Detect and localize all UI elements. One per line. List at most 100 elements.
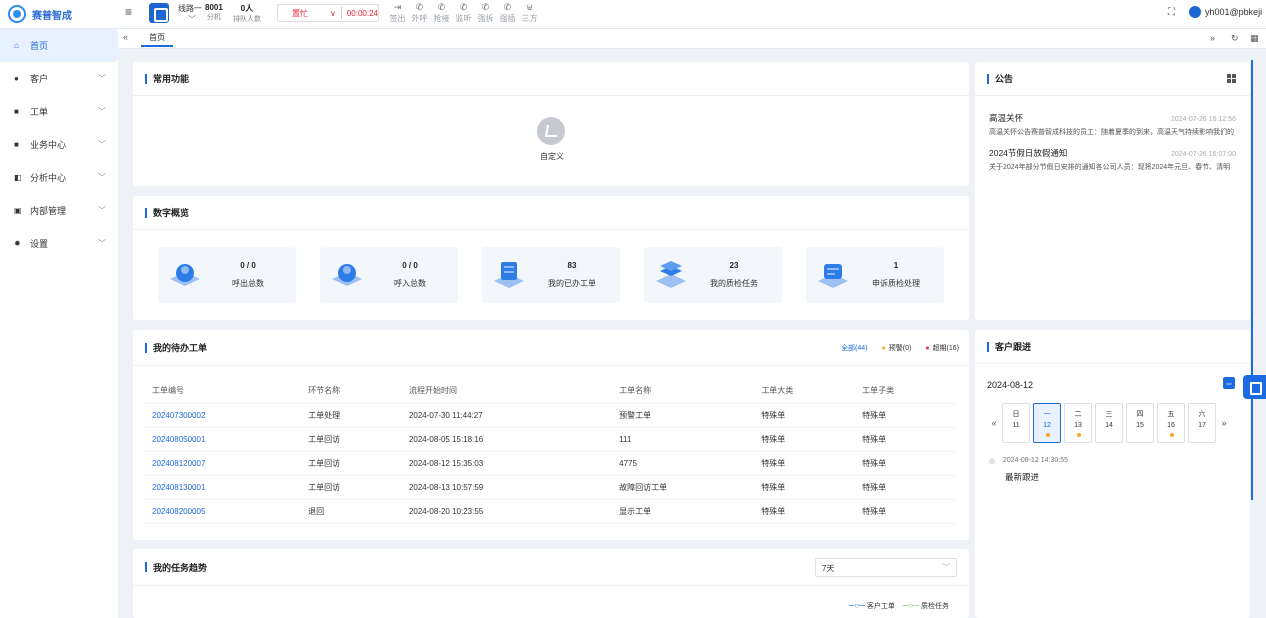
table-cell: 工单回访	[301, 427, 402, 452]
table-cell: 2024-08-13 10:57:59	[401, 475, 613, 500]
stat-label: 呼入总数	[394, 279, 426, 288]
table-row[interactable]: 202408050001 工单回访 2024-08-05 15:18:16 11…	[145, 427, 956, 452]
order-id-link[interactable]: 202408130001	[145, 475, 302, 500]
filter-overdue[interactable]: 超期(16)	[925, 343, 959, 353]
page-scrollbar[interactable]	[1251, 60, 1253, 500]
extension-label: 分机	[206, 14, 221, 21]
ticket-icon: ■	[14, 107, 19, 116]
order-filters: 全部(44) 预警(0) 超期(16)	[841, 343, 959, 353]
calendar-day-selected[interactable]: 一 12	[1033, 403, 1061, 443]
menu-toggle-icon[interactable]: ≡	[125, 6, 137, 18]
collapse-sidebar-icon[interactable]: «	[123, 32, 128, 42]
calendar-day[interactable]: 四 15	[1126, 403, 1154, 443]
customer-followup-card: 客户跟进 2024-08-12 ⇔ « 日 11 一 12 二 13 三 14 四 15 …	[975, 330, 1250, 618]
sidebar-item-ticket[interactable]: ■ 工单 ﹀	[0, 95, 118, 128]
table-cell: 预警工单	[612, 403, 755, 428]
sidebar-item-customer[interactable]: ● 客户 ﹀	[0, 62, 118, 95]
table-cell: 特殊单	[754, 475, 856, 500]
logo-icon	[8, 5, 26, 23]
queue-label: 排队人数	[233, 16, 261, 23]
tab-home[interactable]: 首页	[141, 32, 173, 47]
sidebar-item-business[interactable]: ■ 业务中心 ﹀	[0, 128, 118, 161]
refresh-icon[interactable]: ↻	[1231, 33, 1239, 44]
table-cell: 特殊单	[754, 499, 856, 524]
call-toolbar: ⇥ 签出 ✆ 外呼 ✆ 抢接 ✆ 监听 ✆ 强拆 ✆ 强插 ⊎ 三方	[388, 2, 539, 24]
table-row[interactable]: 202407300002 工单处理 2024-07-30 11:44:27 预警…	[145, 403, 956, 428]
agent-status-select[interactable]: 置忙 ∨ 00:00:24	[277, 4, 379, 22]
outbound-call-button[interactable]: ✆ 外呼	[410, 2, 429, 24]
trend-range-select[interactable]: 7天 ﹀	[815, 558, 957, 577]
chevron-down-icon: ∨	[330, 8, 336, 18]
stat-inbound[interactable]: 0 / 0 呼入总数	[320, 247, 458, 303]
grab-call-button[interactable]: ✆ 抢接	[432, 2, 451, 24]
phone-icon[interactable]	[149, 3, 169, 23]
table-cell: 2024-08-05 15:18:16	[401, 427, 613, 452]
three-way-button[interactable]: ⊎ 三方	[520, 2, 539, 24]
chevron-down-icon: ﹀	[98, 140, 106, 149]
stat-outbound[interactable]: 0 / 0 呼出总数	[158, 247, 296, 303]
table-row[interactable]: 202408200005 退回 2024-08-20 10:23:55 显示工单…	[145, 499, 956, 524]
avatar	[1189, 6, 1201, 18]
column-header: 工单子类	[855, 379, 956, 404]
announcement-item[interactable]: 高温关怀 2024-07-26 16:12:56 高温关怀公告赛普智成科技的员工…	[989, 96, 1236, 137]
next-week-icon[interactable]: »	[1219, 418, 1229, 428]
table-cell: 特殊单	[855, 475, 956, 500]
barge-in-button[interactable]: ✆ 强插	[498, 2, 517, 24]
column-header: 环节名称	[301, 379, 402, 404]
filter-all[interactable]: 全部(44)	[841, 343, 867, 353]
tabs-menu-icon[interactable]: ▦	[1250, 33, 1259, 44]
user-menu[interactable]: yh001@pbkeji	[1189, 6, 1262, 18]
filter-warning[interactable]: 预警(0)	[882, 343, 912, 353]
sidebar-item-internal[interactable]: ▣ 内部管理 ﹀	[0, 194, 118, 227]
sidebar-item-home[interactable]: ⌂ 首页	[0, 29, 118, 62]
card-header: 我的待办工单 全部(44) 预警(0) 超期(16)	[133, 330, 969, 366]
agent-status: 置忙	[292, 8, 308, 18]
pending-orders-table: 工单编号 环节名称 流程开始时间 工单名称 工单大类 工单子类 20240730…	[145, 379, 956, 524]
sidebar-item-settings[interactable]: ✹ 设置 ﹀	[0, 227, 118, 260]
calendar-day[interactable]: 六 17	[1188, 403, 1216, 443]
grid-icon[interactable]	[1227, 74, 1236, 83]
stat-done-orders[interactable]: 83 我的已办工单	[482, 247, 620, 303]
sidebar-item-label: 工单	[30, 107, 49, 117]
followup-text[interactable]: 最新跟进	[1005, 471, 1039, 483]
table-row[interactable]: 202408130001 工单回访 2024-08-13 10:57:59 故障…	[145, 475, 956, 500]
custom-label[interactable]: 自定义	[537, 151, 567, 162]
card-header: 公告	[975, 62, 1250, 96]
announcement-body: 高温关怀公告赛普智成科技的员工：随着夏季的到来，高温天气持续影响我们的	[989, 129, 1234, 136]
order-id-link[interactable]: 202407300002	[145, 403, 302, 428]
legend-item[interactable]: 质检任务	[903, 601, 949, 611]
stat-label: 我的质检任务	[710, 279, 758, 288]
legend-item[interactable]: 客户工单	[849, 601, 895, 611]
table-row[interactable]: 202408120007 工单回访 2024-08-12 15:35:03 47…	[145, 451, 956, 476]
prev-week-icon[interactable]: «	[989, 418, 999, 428]
force-hangup-button[interactable]: ✆ 强拆	[476, 2, 495, 24]
calendar-day[interactable]: 日 11	[1002, 403, 1030, 443]
chevron-down-icon: ﹀	[98, 173, 106, 182]
qc-tasks-stat-icon	[656, 261, 686, 288]
line-label: 线路一	[178, 4, 202, 13]
add-followup-icon[interactable]: ⇔	[1223, 377, 1235, 389]
announcement-date: 2024-07-26 16:07:00	[1171, 151, 1236, 158]
order-id-link[interactable]: 202408120007	[145, 451, 302, 476]
order-id-link[interactable]: 202408050001	[145, 427, 302, 452]
chevron-down-icon: ﹀	[98, 74, 106, 83]
tabs-forward-icon[interactable]: »	[1210, 33, 1215, 43]
calendar-day[interactable]: 五 16	[1157, 403, 1185, 443]
home-icon: ⌂	[14, 41, 19, 50]
order-id-link[interactable]: 202408200005	[145, 499, 302, 524]
calendar-day[interactable]: 二 13	[1064, 403, 1092, 443]
stat-appeal-qc[interactable]: 1 申诉质检处理	[806, 247, 944, 303]
table-cell: 工单回访	[301, 451, 402, 476]
monitor-button[interactable]: ✆ 监听	[454, 2, 473, 24]
appeal-qc-stat-icon	[818, 264, 848, 288]
announcement-item[interactable]: 2024节假日放假通知 2024-07-26 16:07:00 关于2024年部…	[989, 137, 1236, 172]
app-logo[interactable]: 赛普智成	[8, 5, 120, 23]
calendar-day[interactable]: 三 14	[1095, 403, 1123, 443]
stat-qc-tasks[interactable]: 23 我的质检任务	[644, 247, 782, 303]
sign-out-button[interactable]: ⇥ 签出	[388, 2, 407, 24]
fullscreen-icon[interactable]: ⛶	[1168, 7, 1175, 18]
custom-icon[interactable]	[537, 117, 565, 145]
line-select[interactable]: 线路一 ﹀	[178, 3, 202, 24]
sidebar-item-analytics[interactable]: ◧ 分析中心 ﹀	[0, 161, 118, 194]
save-float-button[interactable]	[1243, 375, 1266, 399]
